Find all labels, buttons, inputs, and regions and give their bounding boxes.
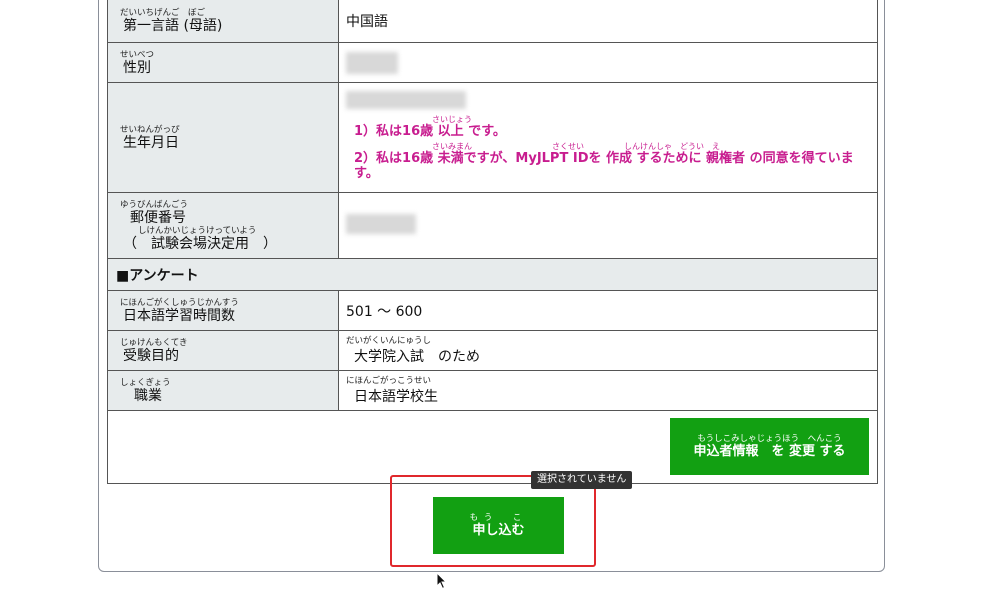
ruby-text: さいみまん さくせい しんけんしゃ どうい え [432, 142, 720, 151]
ruby-text: しょくぎょう [120, 377, 171, 388]
ruby-text: だいがくいんにゅうし [346, 335, 432, 346]
ruby-text: だいいちげんご ぼご [120, 8, 206, 18]
postal-code-label: 郵便番号 [130, 209, 186, 226]
label-cell: にほんごがくしゅうじかんすう 日本語学習時間数 [107, 290, 339, 331]
redacted-postal-value [346, 213, 416, 234]
tooltip: 選択されていません [531, 471, 633, 489]
label-cell: せいべつ 性別 [107, 42, 339, 83]
study-hours-value: 501 〜 600 [346, 303, 423, 320]
language-label: 第一言語 (母語) [123, 18, 223, 34]
submit-application-button[interactable]: もう こ 申し込む [433, 497, 564, 554]
occupation-label: 職業 [134, 387, 162, 404]
gender-label: 性別 [123, 59, 151, 76]
table-row: しょくぎょう 職業 にほんごがっこうせい 日本語学校生 [107, 370, 878, 411]
language-value: 中国語 [346, 14, 388, 30]
ruby-text: にほんごがくしゅうじかんすう [120, 297, 239, 308]
ruby-text: せいべつ [120, 49, 155, 60]
ruby-text: もう こ [469, 513, 528, 523]
purpose-label: 受験目的 [123, 347, 179, 364]
age-option-2: 2）私は16歳 未満ですが、MyJLPT IDを 作成 するために 親権者 の同… [354, 151, 854, 181]
change-applicant-info-button[interactable]: もうしこみしゃじょうほう へんこう 申込者情報 を 変更 する [670, 418, 869, 475]
purpose-value: 大学院入試 のため [354, 348, 480, 365]
postal-code-sublabel: （ 試験会場決定用 ） [123, 235, 277, 252]
birthdate-label: 生年月日 [123, 134, 179, 151]
survey-section-header: ■アンケート [107, 258, 878, 291]
value-cell: 中国語 [338, 0, 878, 43]
value-cell [338, 42, 878, 83]
table-row: にほんごがくしゅうじかんすう 日本語学習時間数 501 〜 600 [107, 290, 878, 331]
submit-button-label: 申し込む [472, 523, 525, 538]
value-cell: にほんごがっこうせい 日本語学校生 [338, 370, 878, 411]
table-row: じゅけんもくてき 受験目的 だいがくいんにゅうし 大学院入試 のため [107, 330, 878, 371]
table-row: ゆうびんばんごう 郵便番号 しけんかいじょうけっていよう （ 試験会場決定用 ） [107, 192, 878, 259]
label-cell: じゅけんもくてき 受験目的 [107, 330, 339, 371]
ruby-text: ゆうびんばんごう [120, 199, 189, 210]
label-cell: だいいちげんご ぼご 第一言語 (母語) [107, 0, 339, 43]
value-cell: 501 〜 600 [338, 290, 878, 331]
value-cell: だいがくいんにゅうし 大学院入試 のため [338, 330, 878, 371]
table-row: せいねんがっぴ 生年月日 さいじょう 1）私は16歳 以上 です。 さいみまん … [107, 82, 878, 193]
value-cell [338, 192, 878, 259]
table-row: せいべつ 性別 [107, 42, 878, 83]
age-option-1: 1）私は16歳 以上 です。 [354, 124, 506, 139]
study-hours-label: 日本語学習時間数 [123, 307, 235, 324]
ruby-text: しけんかいじょうけっていよう [138, 225, 257, 236]
label-cell: ゆうびんばんごう 郵便番号 しけんかいじょうけっていよう （ 試験会場決定用 ） [107, 192, 339, 259]
ruby-text: じゅけんもくてき [120, 337, 188, 348]
ruby-text: もうしこみしゃじょうほう へんこう [697, 434, 842, 444]
occupation-value: 日本語学校生 [354, 388, 438, 405]
ruby-text: さいじょう [432, 115, 472, 124]
change-button-label: 申込者情報 を 変更 する [693, 444, 846, 459]
label-cell: しょくぎょう 職業 [107, 370, 339, 411]
application-summary-table: だいいちげんご ぼご 第一言語 (母語) 中国語 せいべつ 性別 せいねんがっぴ… [107, 0, 878, 484]
mouse-pointer-icon [436, 572, 448, 590]
table-row: だいいちげんご ぼご 第一言語 (母語) 中国語 [107, 0, 878, 43]
redacted-birthdate-value [346, 91, 466, 109]
ruby-text: せいねんがっぴ [120, 124, 180, 135]
redacted-gender-value [346, 51, 398, 74]
value-cell: さいじょう 1）私は16歳 以上 です。 さいみまん さくせい しんけんしゃ ど… [338, 82, 878, 193]
ruby-text: にほんごがっこうせい [346, 375, 432, 386]
table-row: ■アンケート [107, 258, 878, 291]
label-cell: せいねんがっぴ 生年月日 [107, 82, 339, 193]
